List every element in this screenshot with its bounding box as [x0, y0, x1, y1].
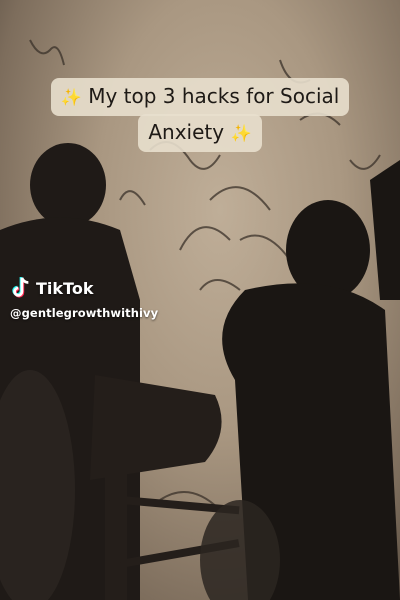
- tiktok-logo-icon: [12, 276, 29, 298]
- tiktok-brand-label: TikTok: [36, 278, 94, 298]
- caption-text-line-2: Anxiety: [148, 120, 225, 144]
- creator-handle: @gentlegrowthwithivy: [10, 306, 159, 320]
- sparkles-icon: ✨: [60, 88, 82, 108]
- caption-text-line-1: My top 3 hacks for Social: [88, 84, 340, 108]
- caption-overlay: ✨ My top 3 hacks for Social Anxiety ✨: [0, 78, 400, 152]
- caption-line-1: ✨ My top 3 hacks for Social: [50, 78, 350, 116]
- caption-line-2: Anxiety ✨: [138, 114, 262, 152]
- video-frame: ✨ My top 3 hacks for Social Anxiety ✨ Ti…: [0, 0, 400, 600]
- sparkles-icon: ✨: [230, 124, 252, 144]
- tiktok-watermark: TikTok @gentlegrowthwithivy: [10, 276, 158, 320]
